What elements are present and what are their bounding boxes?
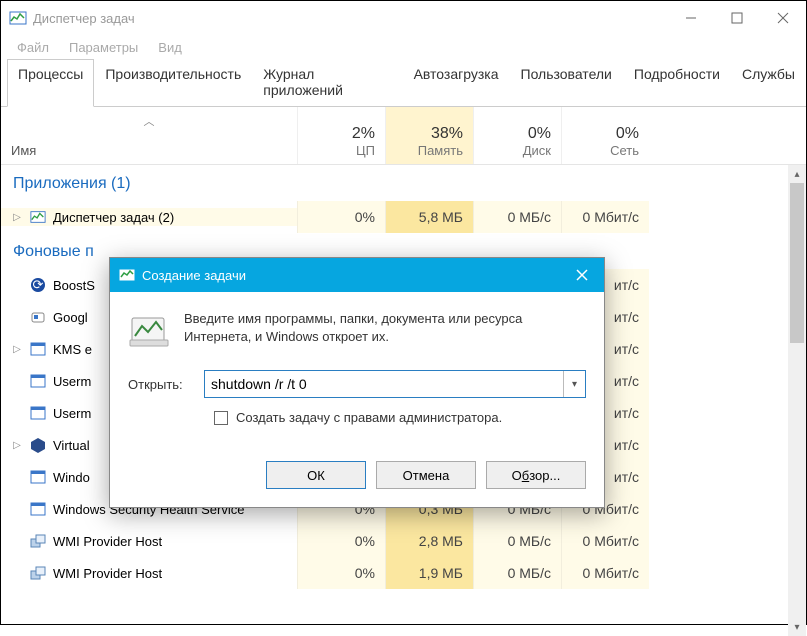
expand-icon[interactable]: ▷	[11, 344, 23, 355]
virtualbox-icon	[29, 436, 47, 454]
column-headers: ︿ Имя 2% ЦП 38% Память 0% Диск 0% Сеть	[1, 107, 806, 165]
browse-button[interactable]: Обзор...	[486, 461, 586, 489]
task-manager-icon	[29, 208, 47, 226]
expand-icon[interactable]: ▷	[11, 212, 23, 223]
admin-checkbox-label: Создать задачу с правами администратора.	[236, 410, 502, 425]
column-memory[interactable]: 38% Память	[385, 107, 473, 164]
menu-file[interactable]: Файл	[7, 38, 59, 57]
generic-app-icon	[29, 340, 47, 358]
process-name: BoostS	[53, 278, 95, 293]
generic-app-icon	[29, 372, 47, 390]
ok-button[interactable]: ОК	[266, 461, 366, 489]
minimize-button[interactable]	[668, 1, 714, 35]
wmi-icon	[29, 532, 47, 550]
net-percent: 0%	[562, 125, 639, 143]
admin-checkbox[interactable]: Создать задачу с правами администратора.	[214, 410, 586, 425]
tab-processes[interactable]: Процессы	[7, 59, 94, 107]
cell-mem: 1,9 МБ	[385, 557, 473, 589]
cell-mem: 2,8 МБ	[385, 525, 473, 557]
column-name[interactable]: ︿ Имя	[1, 107, 297, 164]
svg-text:⟳: ⟳	[33, 277, 44, 292]
browse-prefix: О	[512, 468, 522, 483]
cell-disk: 0 МБ/с	[473, 525, 561, 557]
browse-suffix: зор...	[529, 468, 560, 483]
window-controls	[668, 1, 806, 35]
disk-label: Диск	[474, 143, 551, 158]
process-name: Userm	[53, 406, 91, 421]
process-name: WMI Provider Host	[53, 566, 162, 581]
column-name-label: Имя	[11, 143, 36, 158]
scroll-down-icon[interactable]: ▾	[788, 618, 806, 636]
column-cpu[interactable]: 2% ЦП	[297, 107, 385, 164]
process-name: Googl	[53, 310, 88, 325]
process-name: WMI Provider Host	[53, 534, 162, 549]
checkbox-icon[interactable]	[214, 411, 228, 425]
table-row[interactable]: WMI Provider Host 0% 2,8 МБ 0 МБ/с 0 Мби…	[1, 525, 806, 557]
scrollbar[interactable]: ▴ ▾	[788, 165, 806, 636]
column-disk[interactable]: 0% Диск	[473, 107, 561, 164]
generic-app-icon	[29, 468, 47, 486]
process-name: Windo	[53, 470, 90, 485]
menu-options[interactable]: Параметры	[59, 38, 148, 57]
tab-performance[interactable]: Производительность	[94, 59, 252, 107]
tab-services[interactable]: Службы	[731, 59, 806, 107]
disk-percent: 0%	[474, 125, 551, 143]
run-dialog-icon	[118, 266, 136, 284]
wmi-icon	[29, 564, 47, 582]
open-combobox[interactable]: ▾	[204, 370, 586, 398]
task-manager-icon	[9, 9, 27, 27]
dialog-close-button[interactable]	[560, 258, 604, 292]
process-name: Virtual	[53, 438, 90, 453]
cell-disk: 0 МБ/с	[473, 201, 561, 233]
process-name: Диспетчер задач (2)	[53, 210, 174, 225]
expand-icon[interactable]: ▷	[11, 440, 23, 451]
window-title: Диспетчер задач	[33, 11, 135, 26]
process-name: Userm	[53, 374, 91, 389]
sort-indicator-icon: ︿	[144, 113, 155, 129]
tab-bar: Процессы Производительность Журнал прило…	[1, 59, 806, 107]
net-label: Сеть	[562, 143, 639, 158]
cancel-button[interactable]: Отмена	[376, 461, 476, 489]
maximize-button[interactable]	[714, 1, 760, 35]
tab-details[interactable]: Подробности	[623, 59, 731, 107]
dropdown-icon[interactable]: ▾	[563, 371, 585, 397]
google-icon	[29, 308, 47, 326]
generic-app-icon	[29, 500, 47, 518]
cell-disk: 0 МБ/с	[473, 557, 561, 589]
cell-mem: 5,8 МБ	[385, 201, 473, 233]
column-network[interactable]: 0% Сеть	[561, 107, 649, 164]
close-button[interactable]	[760, 1, 806, 35]
process-name: KMS e	[53, 342, 92, 357]
cpu-percent: 2%	[298, 125, 375, 143]
cpu-label: ЦП	[298, 143, 375, 158]
mem-percent: 38%	[386, 125, 463, 143]
cell-net: 0 Мбит/с	[561, 201, 649, 233]
cell-net: 0 Мбит/с	[561, 557, 649, 589]
menu-view[interactable]: Вид	[148, 38, 192, 57]
group-apps: Приложения (1)	[1, 165, 806, 201]
cell-net: 0 Мбит/с	[561, 525, 649, 557]
menubar: Файл Параметры Вид	[1, 35, 806, 59]
scroll-thumb[interactable]	[790, 183, 804, 343]
dialog-description: Введите имя программы, папки, документа …	[184, 310, 586, 345]
table-row[interactable]: ▷ Диспетчер задач (2) 0% 5,8 МБ 0 МБ/с 0…	[1, 201, 806, 233]
boost-icon: ⟳	[29, 276, 47, 294]
table-row[interactable]: WMI Provider Host 0% 1,9 МБ 0 МБ/с 0 Мби…	[1, 557, 806, 589]
tab-users[interactable]: Пользователи	[510, 59, 623, 107]
run-dialog: Создание задачи Введите имя программы, п…	[109, 257, 605, 508]
tab-startup[interactable]: Автозагрузка	[403, 59, 510, 107]
scroll-up-icon[interactable]: ▴	[788, 165, 806, 183]
tab-app-history[interactable]: Журнал приложений	[252, 59, 402, 107]
cell-cpu: 0%	[297, 525, 385, 557]
cell-cpu: 0%	[297, 201, 385, 233]
cell-cpu: 0%	[297, 557, 385, 589]
open-label: Открыть:	[128, 377, 194, 392]
open-input[interactable]	[205, 376, 563, 392]
run-large-icon	[128, 310, 170, 352]
dialog-titlebar[interactable]: Создание задачи	[110, 258, 604, 292]
dialog-title: Создание задачи	[142, 268, 246, 283]
mem-label: Память	[386, 143, 463, 158]
generic-app-icon	[29, 404, 47, 422]
browse-underline: б	[522, 468, 529, 483]
